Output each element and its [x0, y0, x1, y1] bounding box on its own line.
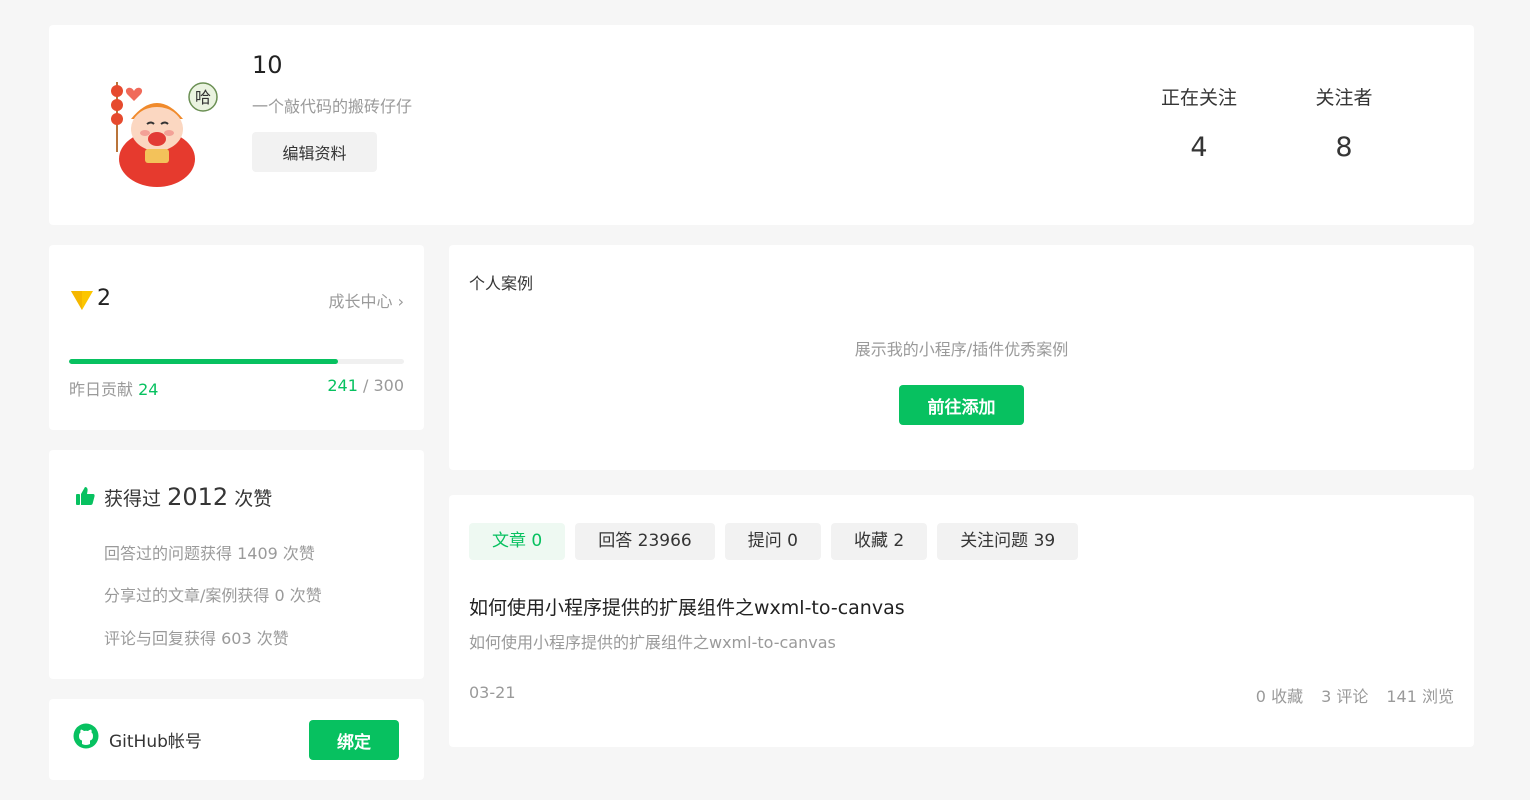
article-description: 如何使用小程序提供的扩展组件之wxml-to-canvas: [469, 633, 836, 652]
user-bio: 一个敲代码的搬砖仔仔: [252, 97, 413, 116]
yesterday-contribution: 昨日贡献 24: [69, 376, 158, 400]
likes-answers: 回答过的问题获得 1409 次赞: [104, 544, 315, 563]
user-name: 10: [252, 51, 283, 79]
article-title[interactable]: 如何使用小程序提供的扩展组件之wxml-to-canvas: [469, 593, 905, 620]
content-card: 文章 0 回答 23966 提问 0 收藏 2 关注问题 39 如何使用小程序提…: [449, 495, 1474, 747]
likes-articles: 分享过的文章/案例获得 0 次赞: [104, 586, 322, 605]
avatar[interactable]: 哈: [109, 77, 229, 197]
level-card: 2 成长中心 › 昨日贡献 24 241 / 300: [49, 245, 424, 430]
article-comments: 3 评论: [1321, 687, 1369, 706]
tab-articles[interactable]: 文章 0: [469, 523, 566, 560]
following-label: 正在关注: [1160, 87, 1237, 109]
add-case-button[interactable]: 前往添加: [899, 385, 1024, 425]
level-value: 2: [97, 286, 111, 311]
contribution-progress-fill: [69, 359, 338, 364]
tab-favorites[interactable]: 收藏 2: [830, 523, 928, 560]
following-count: 4: [1190, 132, 1208, 163]
contribution-separator: /: [357, 376, 374, 395]
yesterday-label: 昨日贡献: [69, 380, 134, 399]
article-date: 03-21: [469, 683, 516, 702]
followers-stat[interactable]: 关注者 8: [1284, 83, 1404, 163]
contribution-progress-text: 241 / 300: [327, 376, 404, 395]
content-tabs: 文章 0 回答 23966 提问 0 收藏 2 关注问题 39: [469, 523, 1079, 560]
growth-center-link[interactable]: 成长中心 ›: [329, 288, 405, 312]
tab-questions[interactable]: 提问 0: [724, 523, 821, 560]
cases-card: 个人案例 展示我的小程序/插件优秀案例 前往添加: [449, 245, 1474, 470]
article-views: 141 浏览: [1386, 687, 1454, 706]
svg-text:哈: 哈: [195, 88, 211, 107]
bind-github-button[interactable]: 绑定: [309, 720, 399, 760]
github-icon: [73, 723, 99, 749]
github-card: GitHub帐号 绑定: [49, 699, 424, 780]
likes-total: 获得过 2012 次赞: [104, 483, 272, 511]
github-label: GitHub帐号: [109, 732, 202, 752]
likes-card: 获得过 2012 次赞 回答过的问题获得 1409 次赞 分享过的文章/案例获得…: [49, 450, 424, 679]
likes-count: 2012: [167, 483, 229, 511]
level-badge-icon: [71, 291, 93, 310]
profile-card: 哈 10 一个敲代码的搬砖仔仔 编辑资料 正在关注 4 关注者 8: [49, 25, 1474, 225]
contribution-total: 300: [373, 376, 404, 395]
likes-prefix: 获得过: [104, 488, 162, 510]
followers-label: 关注者: [1315, 87, 1373, 109]
contribution-current: 241: [327, 376, 358, 395]
article-meta: 0 收藏 3 评论 141 浏览: [1256, 683, 1454, 707]
followers-count: 8: [1335, 132, 1353, 163]
cases-title: 个人案例: [469, 274, 534, 293]
cases-empty-text: 展示我的小程序/插件优秀案例: [854, 340, 1069, 359]
yesterday-value: 24: [138, 380, 159, 399]
likes-comments: 评论与回复获得 603 次赞: [104, 629, 289, 648]
article-favorites: 0 收藏: [1255, 687, 1304, 706]
contribution-progress-bar: [69, 359, 404, 364]
tab-followed-questions[interactable]: 关注问题 39: [937, 523, 1079, 560]
likes-suffix: 次赞: [234, 488, 273, 510]
thumbs-up-icon: [76, 487, 95, 505]
tab-answers[interactable]: 回答 23966: [575, 523, 715, 560]
following-stat[interactable]: 正在关注 4: [1139, 83, 1259, 163]
edit-profile-button[interactable]: 编辑资料: [252, 132, 377, 172]
